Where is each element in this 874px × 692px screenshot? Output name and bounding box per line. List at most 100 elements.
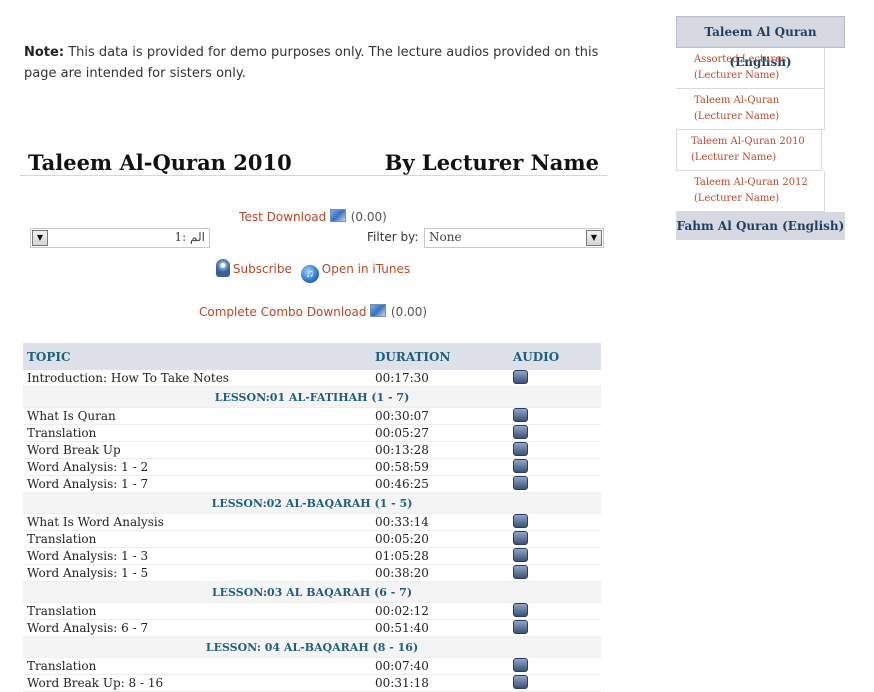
duration-cell: 00:05:20 — [371, 530, 509, 548]
filter-select[interactable]: None ▼ — [424, 228, 604, 248]
table-row: What Is Word Analysis 00:33:14 — [23, 513, 601, 531]
table-header-row: TOPIC DURATION AUDIO — [23, 343, 601, 370]
topic-cell: Word Analysis: 1 - 7 — [23, 475, 371, 493]
topic-cell: Word Break Up — [23, 441, 371, 459]
download-icon[interactable] — [330, 209, 347, 222]
duration-header: DURATION — [371, 343, 509, 370]
play-audio-icon[interactable] — [513, 514, 528, 528]
test-download-price: (0.00) — [350, 210, 387, 224]
topic-cell: Translation — [23, 657, 371, 675]
play-audio-icon[interactable] — [513, 548, 528, 562]
note-label: Note: — [24, 45, 65, 60]
combo-download-row: Complete Combo Download (0.00) — [0, 303, 626, 321]
lesson-header-row: LESSON:01 AL-FATIHAH (1 - 7) — [23, 386, 601, 408]
topic-cell: Translation — [23, 424, 371, 442]
duration-cell: 00:31:18 — [371, 674, 509, 692]
duration-cell: 00:07:40 — [371, 657, 509, 675]
table-row: Word Analysis: 1 - 3 01:05:28 — [23, 547, 601, 565]
sidebar-item-lecture[interactable]: Assorted Lectures (Lecturer Name) — [676, 48, 825, 89]
play-audio-icon[interactable] — [513, 476, 528, 490]
chevron-down-icon[interactable]: ▼ — [586, 230, 602, 246]
filter-label: Filter by: — [367, 230, 419, 244]
lecture-table-body: Introduction: How To Take Notes 00:17:30 L… — [23, 370, 601, 692]
page-title: Taleem Al-Quran 2010 — [28, 150, 292, 175]
audio-cell — [509, 370, 601, 387]
topic-cell: What Is Quran — [23, 407, 371, 425]
sidebar-footer[interactable]: Fahm Al Quran (English) — [676, 212, 845, 240]
lecturer-name: By Lecturer Name — [384, 150, 599, 175]
table-row: Word Break Up: 8 - 16 00:31:18 — [23, 674, 601, 692]
duration-cell: 01:05:28 — [371, 547, 509, 565]
topic-cell: Translation — [23, 602, 371, 620]
sidebar-item-lecture[interactable]: Taleem Al-Quran 2010 (Lecturer Name) — [676, 130, 822, 171]
duration-cell: 00:51:40 — [371, 619, 509, 637]
duration-cell: 00:33:14 — [371, 513, 509, 531]
surah-select[interactable]: ▼ 1: الم — [30, 228, 210, 248]
topic-cell: Word Break Up: 8 - 16 — [23, 674, 371, 692]
combo-download-link[interactable]: Complete Combo Download — [199, 305, 366, 319]
lesson-title: LESSON:03 AL BAQARAH (6 - 7) — [23, 581, 601, 603]
subscribe-link[interactable]: Subscribe — [233, 262, 292, 276]
play-audio-icon[interactable] — [513, 442, 528, 456]
play-audio-icon[interactable] — [513, 620, 528, 634]
table-row: What Is Quran 00:30:07 — [23, 407, 601, 425]
duration-cell: 00:05:27 — [371, 424, 509, 442]
play-audio-icon[interactable] — [513, 565, 528, 579]
page-title-bar: Taleem Al-Quran 2010 By Lecturer Name — [20, 150, 607, 176]
filter-select-value: None — [429, 230, 462, 244]
play-audio-icon[interactable] — [513, 408, 528, 422]
audio-cell — [509, 458, 601, 476]
table-row: Word Analysis: 1 - 2 00:58:59 — [23, 458, 601, 476]
audio-cell — [509, 475, 601, 493]
sidebar: Taleem Al Quran (English) Assorted Lectu… — [676, 16, 845, 240]
table-row: Word Break Up 00:13:28 — [23, 441, 601, 459]
audio-cell — [509, 619, 601, 637]
lesson-title: LESSON: 04 AL-BAQARAH (8 - 16) — [23, 636, 601, 658]
sidebar-item-lecture[interactable]: Taleem Al-Quran 2012 (Lecturer Name) — [676, 171, 825, 212]
audio-cell — [509, 602, 601, 620]
itunes-icon[interactable]: ♫ — [300, 265, 319, 283]
topic-cell: Word Analysis: 6 - 7 — [23, 619, 371, 637]
duration-cell: 00:13:28 — [371, 441, 509, 459]
audio-cell — [509, 547, 601, 565]
topic-cell: Translation — [23, 530, 371, 548]
test-download-link[interactable]: Test Download — [239, 210, 326, 224]
table-row: Word Analysis: 6 - 7 00:51:40 — [23, 619, 601, 637]
table-row: Translation 00:07:40 — [23, 657, 601, 675]
audio-cell — [509, 564, 601, 582]
topic-cell: Word Analysis: 1 - 3 — [23, 547, 371, 565]
subscribe-row: Subscribe ♫ Open in iTunes — [0, 259, 626, 283]
play-audio-icon[interactable] — [513, 658, 528, 672]
download-icon[interactable] — [370, 304, 387, 317]
podcast-icon[interactable] — [215, 259, 230, 277]
audio-cell — [509, 407, 601, 425]
play-audio-icon[interactable] — [513, 603, 528, 617]
audio-cell — [509, 441, 601, 459]
duration-cell: 00:38:20 — [371, 564, 509, 582]
play-audio-icon[interactable] — [513, 459, 528, 473]
lesson-title: LESSON:01 AL-FATIHAH (1 - 7) — [23, 386, 601, 408]
lesson-header-row: LESSON:03 AL BAQARAH (6 - 7) — [23, 581, 601, 603]
chevron-down-icon[interactable]: ▼ — [32, 230, 48, 246]
table-row: Word Analysis: 1 - 5 00:38:20 — [23, 564, 601, 582]
audio-header: AUDIO — [509, 343, 601, 370]
sidebar-item-lecture[interactable]: Taleem Al-Quran (Lecturer Name) — [676, 89, 825, 130]
sidebar-header[interactable]: Taleem Al Quran (English) — [676, 16, 845, 69]
table-row: Translation 00:05:27 — [23, 424, 601, 442]
open-in-itunes-link[interactable]: Open in iTunes — [322, 262, 410, 276]
filter-row: ▼ 1: الم Filter by: None ▼ — [30, 228, 604, 248]
combo-download-price: (0.00) — [390, 305, 428, 319]
sidebar-items: Assorted Lectures (Lecturer Name) Taleem … — [676, 48, 845, 212]
topic-cell: Introduction: How To Take Notes — [23, 370, 371, 387]
duration-cell: 00:30:07 — [371, 407, 509, 425]
play-audio-icon[interactable] — [513, 531, 528, 545]
topic-cell: Word Analysis: 1 - 5 — [23, 564, 371, 582]
topic-cell: Word Analysis: 1 - 2 — [23, 458, 371, 476]
play-audio-icon[interactable] — [513, 425, 528, 439]
play-audio-icon[interactable] — [513, 675, 528, 689]
lesson-title: LESSON:02 AL-BAQARAH (1 - 5) — [23, 492, 601, 514]
table-row: Introduction: How To Take Notes 00:17:30 — [23, 370, 601, 387]
lecture-table: TOPIC DURATION AUDIO Introduction: How T… — [23, 343, 601, 692]
audio-cell — [509, 424, 601, 442]
play-audio-icon[interactable] — [513, 370, 528, 384]
